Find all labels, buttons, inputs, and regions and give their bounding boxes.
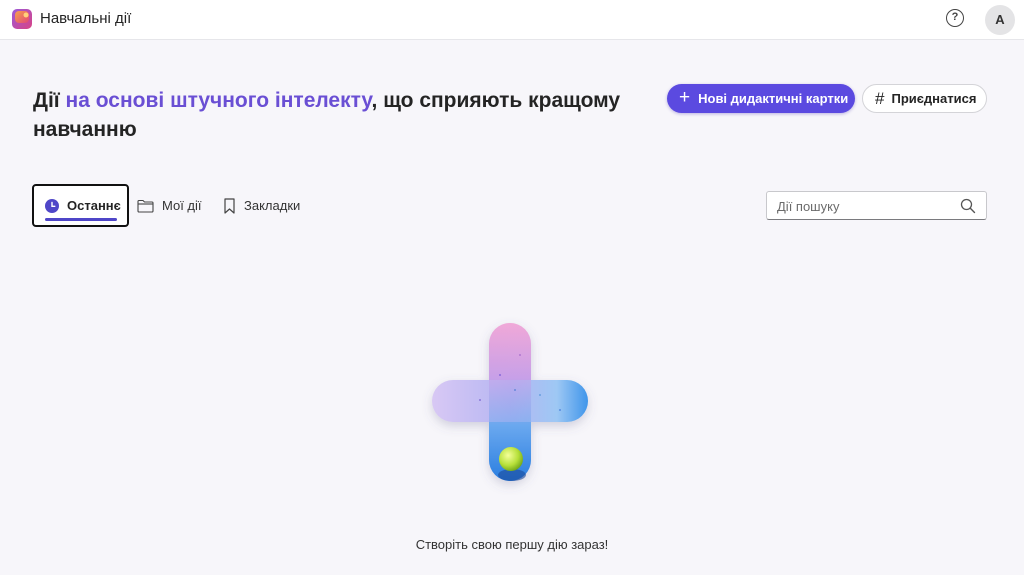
tab-recent[interactable]: Останнє bbox=[32, 184, 129, 227]
page-title-part1: Дії bbox=[33, 89, 66, 112]
folder-icon bbox=[137, 199, 154, 213]
learning-activities-logo-icon bbox=[12, 9, 32, 29]
plus-icon: + bbox=[679, 87, 691, 108]
new-flashcards-button[interactable]: + Нові дидактичні картки bbox=[667, 84, 855, 113]
search-box[interactable] bbox=[766, 191, 987, 220]
new-flashcards-label: Нові дидактичні картки bbox=[698, 91, 849, 106]
app-title: Навчальні дії bbox=[40, 10, 132, 27]
page-title: Дії на основі штучного інтелекту, що спр… bbox=[33, 86, 653, 144]
hash-icon: # bbox=[875, 89, 885, 108]
bookmark-icon bbox=[224, 197, 235, 214]
avatar[interactable]: A bbox=[985, 5, 1015, 35]
tab-selected-indicator bbox=[45, 218, 117, 221]
tab-my-activities[interactable]: Мої дії bbox=[137, 184, 202, 227]
join-button[interactable]: # Приєднатися bbox=[862, 84, 987, 113]
empty-state-message: Створіть свою першу дію зараз! bbox=[415, 537, 609, 552]
tab-bookmarks-label: Закладки bbox=[244, 198, 301, 213]
tab-bookmarks[interactable]: Закладки bbox=[223, 184, 300, 227]
tab-my-activities-label: Мої дії bbox=[162, 198, 202, 213]
search-icon[interactable] bbox=[960, 198, 976, 214]
plus-illustration bbox=[432, 323, 588, 481]
clock-icon bbox=[45, 198, 59, 213]
join-label: Приєднатися bbox=[891, 91, 977, 106]
help-icon[interactable]: ? bbox=[946, 9, 964, 27]
tab-recent-label: Останнє bbox=[67, 198, 121, 213]
top-bar: Навчальні дії ? A bbox=[0, 0, 1024, 40]
search-input[interactable] bbox=[777, 196, 947, 216]
page-title-highlight: на основі штучного інтелекту bbox=[65, 89, 372, 112]
